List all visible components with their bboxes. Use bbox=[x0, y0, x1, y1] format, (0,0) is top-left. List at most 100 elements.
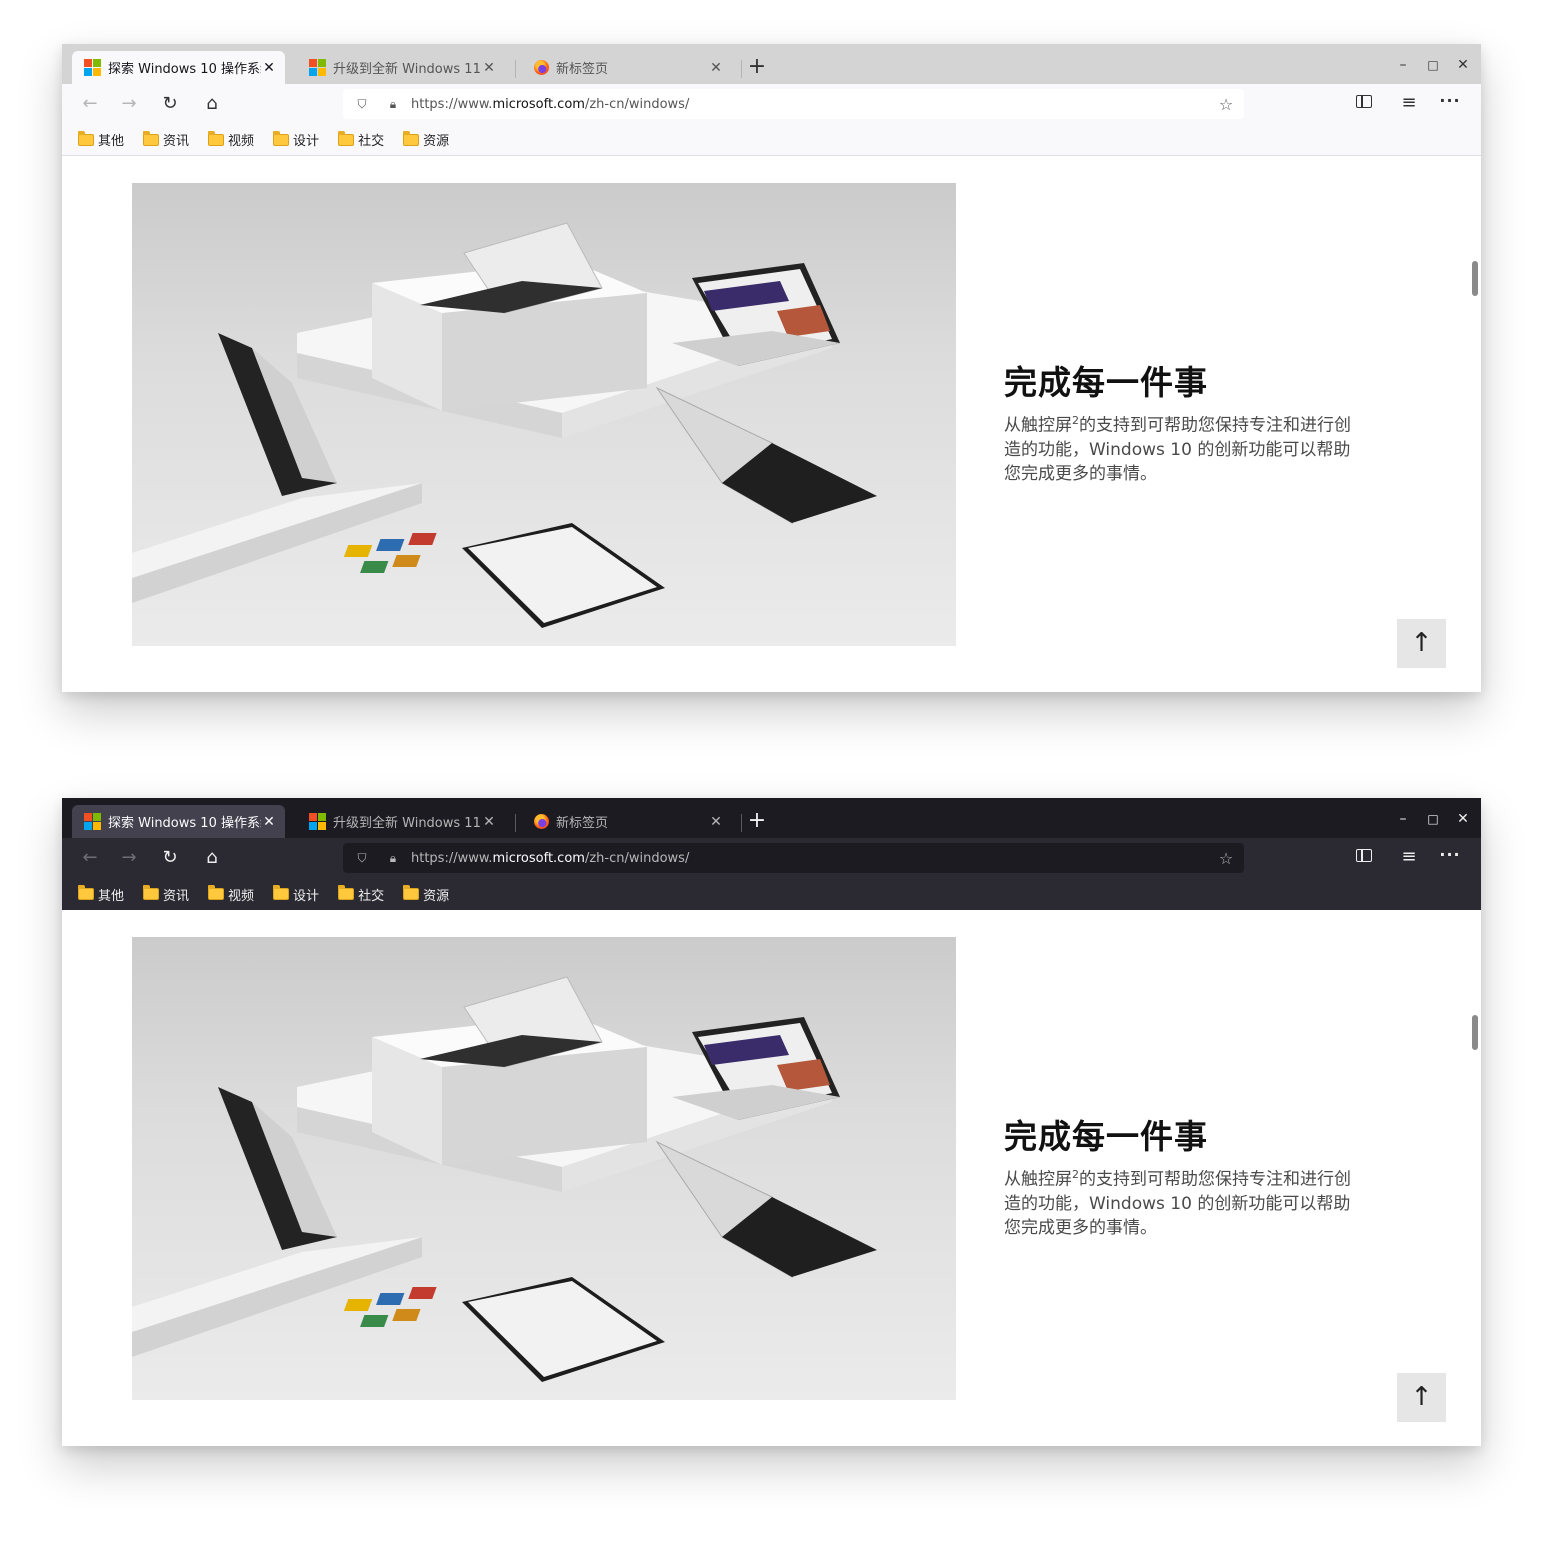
back-button[interactable]: ← bbox=[78, 846, 102, 870]
tracking-protection-shield-icon[interactable]: ⛉ bbox=[354, 97, 370, 112]
folder-icon bbox=[403, 885, 420, 900]
tab-new-tab[interactable]: 新标签页 ✕ bbox=[522, 51, 732, 84]
close-tab-icon[interactable]: ✕ bbox=[708, 60, 724, 76]
close-tab-icon[interactable]: ✕ bbox=[481, 814, 497, 830]
microsoft-logo-icon bbox=[84, 59, 101, 76]
browser-window-light: 探索 Windows 10 操作系统 ✕ 升级到全新 Windows 11 操 … bbox=[62, 44, 1481, 692]
bookmark-folder-video[interactable]: 视频 bbox=[208, 885, 254, 904]
firefox-icon bbox=[534, 814, 549, 829]
close-window-button[interactable]: ✕ bbox=[1448, 808, 1478, 830]
new-tab-button[interactable]: + bbox=[746, 807, 768, 835]
more-options-icon[interactable]: ··· bbox=[1439, 90, 1461, 112]
bookmark-folder-design[interactable]: 设计 bbox=[273, 885, 319, 904]
tab-windows-10[interactable]: 探索 Windows 10 操作系统 ✕ bbox=[72, 51, 285, 84]
folder-icon bbox=[273, 885, 290, 900]
forward-button[interactable]: → bbox=[117, 92, 141, 116]
more-options-icon[interactable]: ··· bbox=[1439, 844, 1461, 866]
reload-button[interactable]: ↻ bbox=[158, 92, 182, 116]
home-button[interactable]: ⌂ bbox=[200, 846, 224, 870]
bookmark-star-icon[interactable]: ☆ bbox=[1216, 849, 1236, 868]
tracking-protection-shield-icon[interactable]: ⛉ bbox=[354, 851, 370, 866]
close-window-button[interactable]: ✕ bbox=[1448, 54, 1478, 76]
sidebar-toggle-icon[interactable] bbox=[1356, 849, 1372, 862]
lock-icon[interactable]: 🔒︎ bbox=[385, 851, 401, 866]
section-description: 从触控屏2的支持到可帮助您保持专注和进行创造的功能，Windows 10 的创新… bbox=[1004, 1168, 1351, 1238]
microsoft-logo-icon bbox=[309, 813, 326, 830]
bookmark-folder-video[interactable]: 视频 bbox=[208, 130, 254, 149]
hero-image bbox=[132, 183, 956, 646]
laptops-illustration bbox=[132, 976, 877, 1382]
new-tab-button[interactable]: + bbox=[746, 53, 768, 81]
tab-strip: 探索 Windows 10 操作系统 ✕ 升级到全新 Windows 11 操 … bbox=[62, 798, 1481, 838]
page-content: 完成每一件事 从触控屏2的支持到可帮助您保持专注和进行创造的功能，Windows… bbox=[62, 156, 1481, 692]
firefox-icon bbox=[534, 60, 549, 75]
folder-icon bbox=[143, 130, 160, 146]
bookmark-folder-news[interactable]: 资讯 bbox=[143, 130, 189, 149]
lock-icon[interactable]: 🔒︎ bbox=[385, 97, 401, 112]
bookmark-folder-social[interactable]: 社交 bbox=[338, 130, 384, 149]
forward-button[interactable]: → bbox=[117, 846, 141, 870]
folder-icon bbox=[78, 885, 94, 900]
tab-strip: 探索 Windows 10 操作系统 ✕ 升级到全新 Windows 11 操 … bbox=[62, 44, 1481, 84]
bookmark-folder-social[interactable]: 社交 bbox=[338, 885, 384, 904]
url-text[interactable]: https://www.microsoft.com/zh-cn/windows/ bbox=[411, 851, 1216, 866]
close-tab-icon[interactable]: ✕ bbox=[261, 814, 277, 830]
folder-icon bbox=[208, 885, 225, 900]
bookmark-folder-news[interactable]: 资讯 bbox=[143, 885, 189, 904]
folder-icon bbox=[338, 885, 355, 900]
back-to-top-button[interactable]: ↑ bbox=[1397, 1373, 1446, 1422]
tab-windows-10[interactable]: 探索 Windows 10 操作系统 ✕ bbox=[72, 805, 285, 838]
microsoft-logo-icon bbox=[309, 59, 326, 76]
tab-new-tab[interactable]: 新标签页 ✕ bbox=[522, 805, 732, 838]
sidebar-toggle-icon[interactable] bbox=[1356, 95, 1372, 108]
footnote-marker[interactable]: 2 bbox=[1072, 414, 1079, 427]
bookmarks-bar: 其他 资讯 视频 设计 社交 资源 bbox=[62, 878, 1481, 910]
reload-button[interactable]: ↻ bbox=[158, 846, 182, 870]
scrollbar-thumb[interactable] bbox=[1472, 261, 1478, 296]
home-button[interactable]: ⌂ bbox=[200, 92, 224, 116]
list-menu-icon[interactable]: ≡ bbox=[1398, 92, 1420, 114]
close-tab-icon[interactable]: ✕ bbox=[481, 60, 497, 76]
tab-windows-11[interactable]: 升级到全新 Windows 11 操 ✕ bbox=[297, 805, 505, 838]
browser-window-dark: 探索 Windows 10 操作系统 ✕ 升级到全新 Windows 11 操 … bbox=[62, 798, 1481, 1446]
microsoft-logo-icon bbox=[84, 813, 101, 830]
close-tab-icon[interactable]: ✕ bbox=[261, 60, 277, 76]
folder-icon bbox=[273, 130, 290, 146]
tab-title: 探索 Windows 10 操作系统 bbox=[108, 816, 261, 831]
back-to-top-button[interactable]: ↑ bbox=[1397, 619, 1446, 668]
folder-icon bbox=[338, 130, 355, 146]
laptops-illustration bbox=[132, 222, 877, 628]
tab-title: 新标签页 bbox=[556, 62, 609, 77]
bookmark-folder-resources[interactable]: 资源 bbox=[403, 885, 449, 904]
tab-divider bbox=[515, 60, 516, 78]
folder-icon bbox=[403, 130, 420, 146]
footnote-marker[interactable]: 2 bbox=[1072, 1168, 1079, 1181]
tab-title: 升级到全新 Windows 11 操 bbox=[333, 816, 481, 831]
url-text[interactable]: https://www.microsoft.com/zh-cn/windows/ bbox=[411, 97, 1216, 112]
tab-title: 探索 Windows 10 操作系统 bbox=[108, 62, 261, 77]
list-menu-icon[interactable]: ≡ bbox=[1398, 846, 1420, 868]
maximize-button[interactable]: □ bbox=[1418, 808, 1448, 830]
tab-windows-11[interactable]: 升级到全新 Windows 11 操 ✕ bbox=[297, 51, 505, 84]
hero-image bbox=[132, 937, 956, 1400]
navigation-toolbar: ← → ↻ ⌂ ⛉ 🔒︎ https://www.microsoft.com/z… bbox=[62, 838, 1481, 878]
bookmark-folder-other[interactable]: 其他 bbox=[78, 885, 124, 904]
back-button[interactable]: ← bbox=[78, 92, 102, 116]
minimize-button[interactable]: – bbox=[1388, 54, 1418, 76]
bookmark-folder-design[interactable]: 设计 bbox=[273, 130, 319, 149]
address-bar[interactable]: ⛉ 🔒︎ https://www.microsoft.com/zh-cn/win… bbox=[343, 89, 1244, 119]
tab-title: 新标签页 bbox=[556, 816, 609, 831]
scrollbar-thumb[interactable] bbox=[1472, 1015, 1478, 1050]
address-bar[interactable]: ⛉ 🔒︎ https://www.microsoft.com/zh-cn/win… bbox=[343, 843, 1244, 873]
maximize-button[interactable]: □ bbox=[1418, 54, 1448, 76]
minimize-button[interactable]: – bbox=[1388, 808, 1418, 830]
bookmarks-bar: 其他 资讯 视频 设计 社交 资源 bbox=[62, 124, 1481, 156]
tab-divider bbox=[515, 814, 516, 832]
bookmark-star-icon[interactable]: ☆ bbox=[1216, 95, 1236, 114]
tab-title: 升级到全新 Windows 11 操 bbox=[333, 62, 481, 77]
close-tab-icon[interactable]: ✕ bbox=[708, 814, 724, 830]
section-description: 从触控屏2的支持到可帮助您保持专注和进行创造的功能，Windows 10 的创新… bbox=[1004, 414, 1351, 484]
bookmark-folder-resources[interactable]: 资源 bbox=[403, 130, 449, 149]
bookmark-folder-other[interactable]: 其他 bbox=[78, 130, 124, 149]
navigation-toolbar: ← → ↻ ⌂ ⛉ 🔒︎ https://www.microsoft.com/z… bbox=[62, 84, 1481, 124]
